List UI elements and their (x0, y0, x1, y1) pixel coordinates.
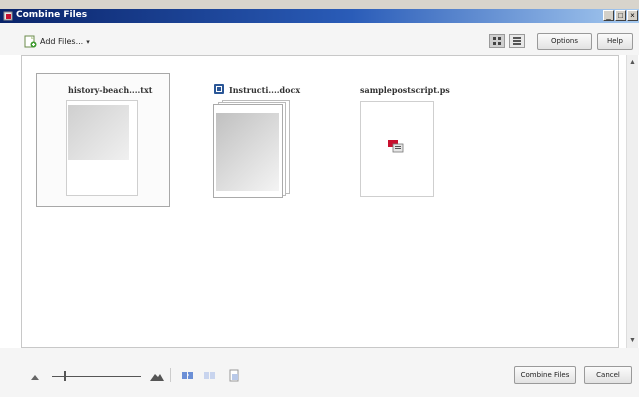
help-button[interactable]: Help (597, 33, 633, 50)
toolbar: Add Files... ▾ Options Help (0, 23, 639, 55)
page-icon[interactable] (229, 369, 240, 382)
file-name-1: history-beach....txt (68, 85, 153, 95)
combine-files-button[interactable]: Combine Files (514, 366, 576, 384)
file-name-3: samplepostscript.ps (360, 85, 450, 95)
postscript-file-icon (388, 140, 404, 153)
list-view-icon (513, 37, 521, 45)
close-button[interactable]: × (627, 10, 638, 21)
chevron-down-icon: ▾ (86, 38, 90, 46)
toolbar-divider (170, 368, 171, 382)
window-title: Combine Files (16, 10, 88, 20)
scroll-up-icon[interactable]: ▲ (627, 57, 638, 68)
combine-files-app-icon (3, 11, 13, 21)
add-files-label: Add Files... (40, 37, 84, 46)
options-button[interactable]: Options (537, 33, 592, 50)
vertical-scrollbar[interactable]: ▲ ▼ (626, 55, 638, 348)
zoom-slider-thumb[interactable] (64, 371, 66, 381)
title-bar[interactable]: Combine Files _ □ × (0, 9, 639, 23)
file-2-page-thumbnail[interactable] (213, 104, 283, 198)
thumbnail-view-button[interactable] (489, 34, 505, 48)
restore-button[interactable]: □ (615, 10, 626, 21)
text-page-icon (68, 105, 129, 160)
thumbnail-view-icon (493, 37, 501, 45)
add-files-button[interactable]: Add Files... ▾ (24, 35, 90, 48)
scroll-down-icon[interactable]: ▼ (627, 335, 638, 346)
collapse-pages-icon[interactable] (204, 370, 217, 381)
file-name-2: Instructi....docx (229, 85, 301, 95)
word-document-icon (214, 84, 224, 94)
list-view-button[interactable] (509, 34, 525, 48)
expand-pages-icon[interactable] (182, 370, 195, 381)
cancel-button[interactable]: Cancel (584, 366, 632, 384)
large-mountain-icon[interactable] (150, 371, 164, 381)
add-file-icon (24, 35, 37, 48)
document-preview (216, 113, 279, 191)
file-3-page-thumbnail[interactable] (360, 101, 434, 197)
file-1-page-thumbnail[interactable] (66, 100, 138, 196)
background-window-strip (0, 0, 639, 9)
small-mountain-icon[interactable] (31, 374, 39, 380)
minimize-button[interactable]: _ (603, 10, 614, 21)
